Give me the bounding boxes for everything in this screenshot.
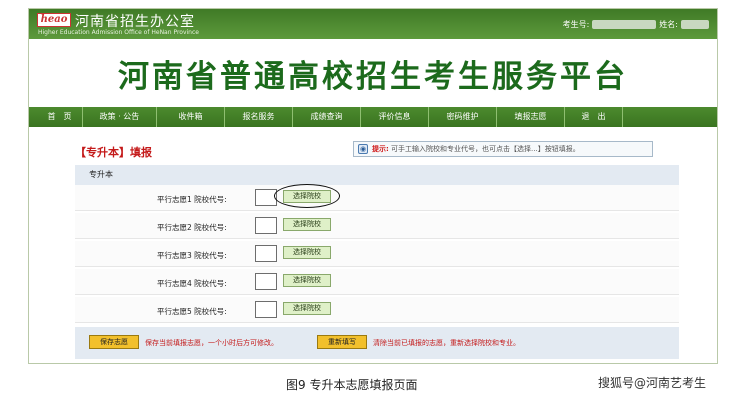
nav-logout[interactable]: 退 出 [565,107,623,127]
preference-row-5: 平行志愿5 院校代号: 选择院校 [75,297,679,323]
school-code-input-3[interactable] [255,245,277,262]
info-icon: ◉ [358,144,368,154]
select-school-button-3[interactable]: 选择院校 [283,246,331,259]
select-school-button-2[interactable]: 选择院校 [283,218,331,231]
preference-row-3: 平行志愿3 院校代号: 选择院校 [75,241,679,267]
watermark: 搜狐号@河南艺考生 [598,376,707,390]
office-name-english: Higher Education Admission Office of HeN… [38,29,199,36]
nav-registration[interactable]: 报名服务 [225,107,293,127]
candidate-no-label: 考生号: [562,20,590,29]
select-school-button-4[interactable]: 选择院校 [283,274,331,287]
heao-logo: heao [37,13,71,27]
preference-row-1: 平行志愿1 院校代号: 选择院校 [75,184,679,211]
nav-scores[interactable]: 成绩查询 [293,107,361,127]
name-redacted [681,20,709,29]
refill-note: 清除当前已填报的志愿，重新选择院校和专业。 [373,339,520,347]
preference-label: 平行志愿1 院校代号: [157,195,227,204]
action-bar: 保存志愿 保存当前填报志愿，一个小时后方可修改。 重新填写 清除当前已填报的志愿… [75,327,679,359]
hint-label: 提示: [372,145,389,153]
school-code-input-2[interactable] [255,217,277,234]
office-name: 河南省招生办公室 [75,14,195,30]
preference-label: 平行志愿3 院校代号: [157,251,227,260]
save-preferences-button[interactable]: 保存志愿 [89,335,139,349]
school-code-input-5[interactable] [255,301,277,318]
school-code-input-4[interactable] [255,273,277,290]
select-school-button-5[interactable]: 选择院校 [283,302,331,315]
nav-inbox[interactable]: 收件箱 [157,107,225,127]
platform-title: 河南省普通高校招生考生服务平台 [118,59,628,95]
section-title: 专升本 [75,165,679,185]
preference-label: 平行志愿2 院校代号: [157,223,227,232]
refill-button[interactable]: 重新填写 [317,335,367,349]
nav-home[interactable]: 首 页 [37,107,83,127]
main-content: 【专升本】填报 ◉ 提示: 可手工输入院校和专业代号，也可点击【选择...】按钮… [75,139,679,359]
nav-password[interactable]: 密码维护 [429,107,497,127]
page-title: 【专升本】填报 [75,146,152,159]
preference-row-4: 平行志愿4 院校代号: 选择院校 [75,269,679,295]
main-nav: 首 页 政策 · 公告 收件箱 报名服务 成绩查询 评价信息 密码维护 填报志愿… [29,107,717,127]
hint-box: ◉ 提示: 可手工输入院校和专业代号，也可点击【选择...】按钮填报。 [353,141,653,157]
preference-label: 平行志愿4 院校代号: [157,279,227,288]
name-label: 姓名: [659,20,678,29]
nav-policy[interactable]: 政策 · 公告 [83,107,157,127]
save-note: 保存当前填报志愿，一个小时后方可修改。 [145,339,278,347]
preference-row-2: 平行志愿2 院校代号: 选择院校 [75,213,679,239]
candidate-no-redacted [592,20,657,29]
nav-fill-preferences[interactable]: 填报志愿 [497,107,565,127]
user-info: 考生号: 姓名: [563,19,709,30]
app-window: heao 河南省招生办公室 Higher Education Admission… [28,8,718,364]
banner: 河南省普通高校招生考生服务平台 [29,39,717,107]
figure-caption: 图9 专升本志愿填报页面 [286,378,418,392]
preference-label: 平行志愿5 院校代号: [157,307,227,316]
nav-evaluation[interactable]: 评价信息 [361,107,429,127]
select-school-button-1[interactable]: 选择院校 [283,190,331,203]
top-header-bar: heao 河南省招生办公室 Higher Education Admission… [29,9,717,39]
hint-text: 可手工输入院校和专业代号，也可点击【选择...】按钮填报。 [391,145,580,153]
